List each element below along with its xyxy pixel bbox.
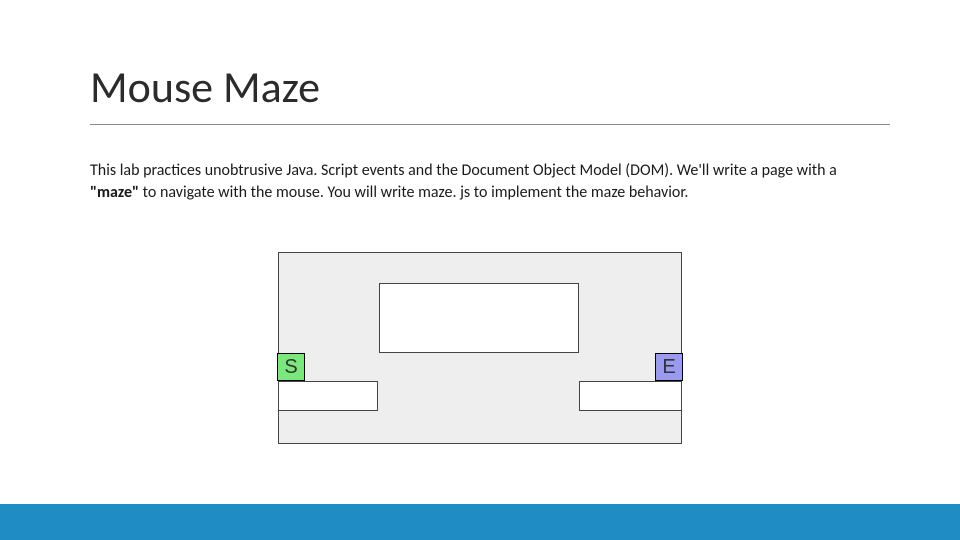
maze-start-tile[interactable]: S xyxy=(277,353,305,381)
body-bold: "maze" xyxy=(90,183,139,202)
maze-wall xyxy=(579,381,682,411)
maze-wall xyxy=(379,283,579,353)
maze-figure: S E xyxy=(0,252,960,444)
maze-canvas[interactable]: S E xyxy=(278,252,682,444)
maze-wall xyxy=(278,381,378,411)
footer-bar xyxy=(0,504,960,540)
body-pre: This lab practices unobtrusive Java. Scr… xyxy=(90,161,837,180)
maze-end-tile[interactable]: E xyxy=(655,353,683,381)
slide-title: Mouse Maze xyxy=(90,60,320,114)
body-post: to navigate with the mouse. You will wri… xyxy=(139,183,688,202)
body-text: This lab practices unobtrusive Java. Scr… xyxy=(90,160,870,203)
title-underline xyxy=(90,124,890,125)
